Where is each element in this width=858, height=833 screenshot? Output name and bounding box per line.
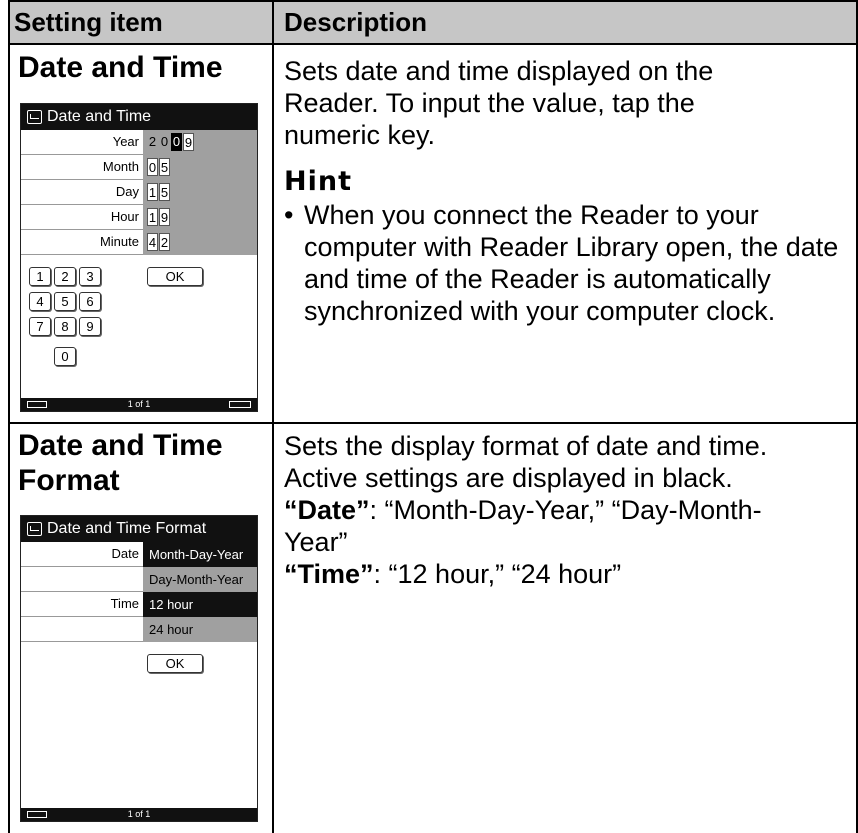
key-6[interactable]: 6	[79, 292, 101, 311]
field-label: Minute	[99, 234, 139, 249]
digit: 1	[147, 183, 158, 201]
header-description: Description	[284, 7, 428, 37]
digit: 1	[147, 208, 158, 226]
back-icon[interactable]	[27, 522, 42, 536]
hint-line: and time of the Reader is automatically	[304, 264, 771, 294]
page-indicator: 1 of 1	[127, 399, 151, 409]
key-4[interactable]: 4	[29, 292, 51, 311]
option-month-day-year[interactable]: Month-Day-Year	[143, 542, 257, 567]
row1-desc-line: numeric key.	[284, 120, 436, 150]
time-setting-label: Time	[110, 596, 139, 611]
digit: 5	[159, 183, 170, 201]
digit: 0	[160, 134, 169, 149]
digit: 0	[147, 158, 158, 176]
field-year[interactable]: Year 2 0 0 9	[21, 130, 257, 155]
hint-title: Hint	[284, 166, 352, 197]
row2-title: Date and Time Format	[18, 428, 223, 498]
row2-title-line: Date and Time	[18, 429, 223, 462]
key-7[interactable]: 7	[29, 317, 51, 336]
date-row-1[interactable]: Date Month-Day-Year	[21, 542, 257, 567]
table-border-left	[8, 0, 10, 833]
date-options-text: : “Month-Day-Year,” “Day-Month-	[369, 495, 762, 525]
time-options-text: : “12 hour,” “24 hour”	[373, 559, 622, 589]
row1-title: Date and Time	[18, 51, 223, 84]
field-minute[interactable]: Minute 4 2	[21, 230, 257, 255]
field-label: Hour	[110, 209, 139, 224]
page-indicator: 1 of 1	[127, 809, 151, 819]
header-setting-item: Setting item	[14, 7, 163, 37]
option-24-hour[interactable]: 24 hour	[143, 617, 257, 642]
key-1[interactable]: 1	[29, 267, 51, 286]
option-12-hour[interactable]: 12 hour	[143, 592, 257, 617]
screen-title: Date and Time Format	[47, 520, 207, 537]
key-9[interactable]: 9	[79, 317, 101, 336]
key-2[interactable]: 2	[54, 267, 76, 286]
status-bar: 1 of 1	[21, 398, 257, 411]
option-day-month-year[interactable]: Day-Month-Year	[143, 567, 257, 592]
volume-icon	[229, 401, 251, 408]
screen-title-bar: Date and Time	[21, 104, 257, 130]
digit-cursor: 0	[171, 133, 182, 151]
date-time-screen: Date and Time Year 2 0 0 9 Month 0 5 Day…	[20, 103, 258, 412]
date-setting-label: Date	[111, 546, 139, 561]
date-row-2[interactable]: Day-Month-Year	[21, 567, 257, 592]
digit: 9	[183, 133, 194, 151]
field-label: Year	[112, 134, 139, 149]
key-8[interactable]: 8	[54, 317, 76, 336]
date-time-format-screen: Date and Time Format Date Month-Day-Year…	[20, 515, 258, 822]
time-row-1[interactable]: Time 12 hour	[21, 592, 257, 617]
table-border-header	[8, 43, 858, 45]
field-value[interactable]: 1 9	[143, 205, 257, 230]
field-value[interactable]: 2 0 0 9	[143, 130, 257, 155]
row2-desc-line: Sets the display format of date and time…	[284, 431, 768, 461]
battery-icon	[27, 811, 47, 818]
status-bar: 1 of 1	[21, 808, 257, 821]
field-day[interactable]: Day 1 5	[21, 180, 257, 205]
screen-title: Date and Time	[47, 108, 152, 125]
row1-desc-line: Reader. To input the value, tap the	[284, 88, 695, 118]
field-value[interactable]: 4 2	[143, 230, 257, 255]
digit: 2	[159, 233, 170, 251]
hint-bullet: •	[284, 200, 294, 230]
hint-text: When you connect the Reader to your comp…	[304, 199, 838, 327]
row2-title-line: Format	[18, 464, 120, 497]
digit: 9	[159, 208, 170, 226]
digit: 2	[148, 134, 157, 149]
time-label: “Time”	[284, 559, 374, 589]
ok-button[interactable]: OK	[147, 267, 203, 286]
row2-description: Sets the display format of date and time…	[284, 430, 767, 590]
field-month[interactable]: Month 0 5	[21, 155, 257, 180]
digit: 4	[147, 233, 158, 251]
time-format-line: “Time”: “12 hour,” “24 hour”	[284, 558, 767, 590]
key-0[interactable]: 0	[54, 347, 76, 366]
back-icon[interactable]	[27, 110, 42, 124]
digit: 5	[159, 158, 170, 176]
field-label: Month	[102, 159, 139, 174]
field-value[interactable]: 1 5	[143, 180, 257, 205]
date-label: “Date”	[284, 495, 370, 525]
hint-line: synchronized with your computer clock.	[304, 296, 776, 326]
key-5[interactable]: 5	[54, 292, 76, 311]
field-hour[interactable]: Hour 1 9	[21, 205, 257, 230]
table-border-row	[8, 422, 858, 424]
battery-icon	[27, 401, 47, 408]
screen-title-bar: Date and Time Format	[21, 516, 257, 542]
ok-button[interactable]: OK	[147, 654, 203, 673]
table-border-middle	[272, 0, 274, 833]
date-options-text-cont: Year”	[284, 527, 348, 557]
row1-desc-line: Sets date and time displayed on the	[284, 56, 714, 86]
field-value[interactable]: 0 5	[143, 155, 257, 180]
row1-description: Sets date and time displayed on the Read…	[284, 55, 713, 151]
field-label: Day	[115, 184, 139, 199]
hint-line: computer with Reader Library open, the d…	[304, 232, 839, 262]
row2-desc-line: Active settings are displayed in black.	[284, 463, 733, 493]
hint-line: When you connect the Reader to your	[304, 200, 759, 230]
key-3[interactable]: 3	[79, 267, 101, 286]
table-border-top	[8, 0, 858, 2]
time-row-2[interactable]: 24 hour	[21, 617, 257, 642]
date-format-line: “Date”: “Month-Day-Year,” “Day-Month-	[284, 494, 767, 526]
